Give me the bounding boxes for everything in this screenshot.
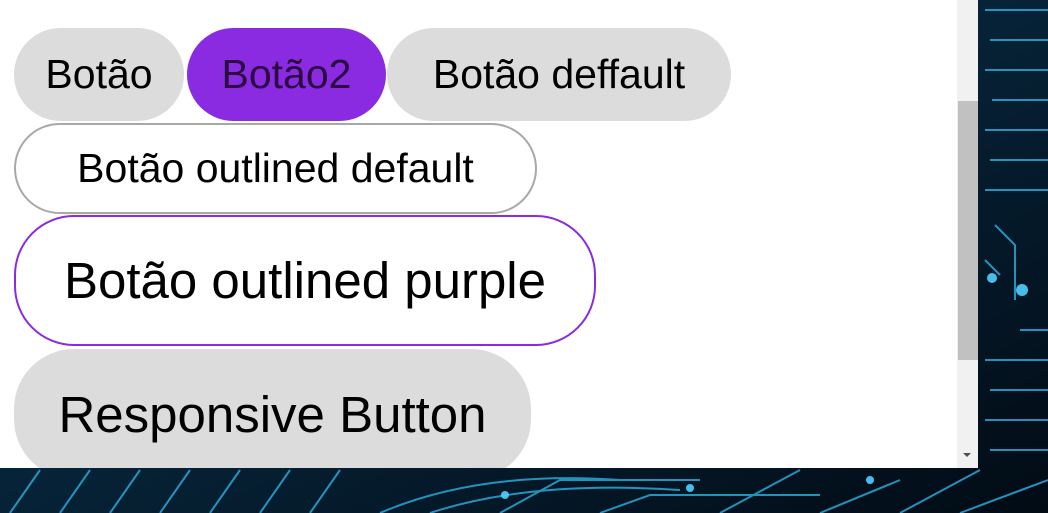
botao-default-button-label: Botão deffault [432, 51, 686, 97]
botao2-button[interactable]: Botão2 [187, 28, 386, 121]
outlined-default-button-label: Botão outlined default [77, 145, 474, 191]
responsive-button[interactable]: Responsive Button [14, 349, 531, 468]
responsive-button-label: Responsive Button [58, 385, 487, 443]
botao-default-button[interactable]: Botão deffault [387, 28, 731, 121]
botao2-button-label: Botão2 [221, 51, 352, 97]
outlined-purple-button[interactable]: Botão outlined purple [14, 215, 596, 346]
content-viewport: Botão Botão2 Botão deffault Botão outlin… [0, 0, 978, 468]
scrollbar-thumb[interactable] [958, 101, 978, 360]
desktop-stage: Botão Botão2 Botão deffault Botão outlin… [0, 0, 1048, 513]
scroll-down-arrow-icon[interactable] [963, 453, 971, 457]
botao-button[interactable]: Botão [14, 28, 184, 121]
botao-button-label: Botão [45, 51, 153, 97]
outlined-default-button[interactable]: Botão outlined default [14, 123, 537, 214]
vertical-scrollbar[interactable] [957, 0, 978, 468]
outlined-purple-button-label: Botão outlined purple [63, 252, 547, 309]
